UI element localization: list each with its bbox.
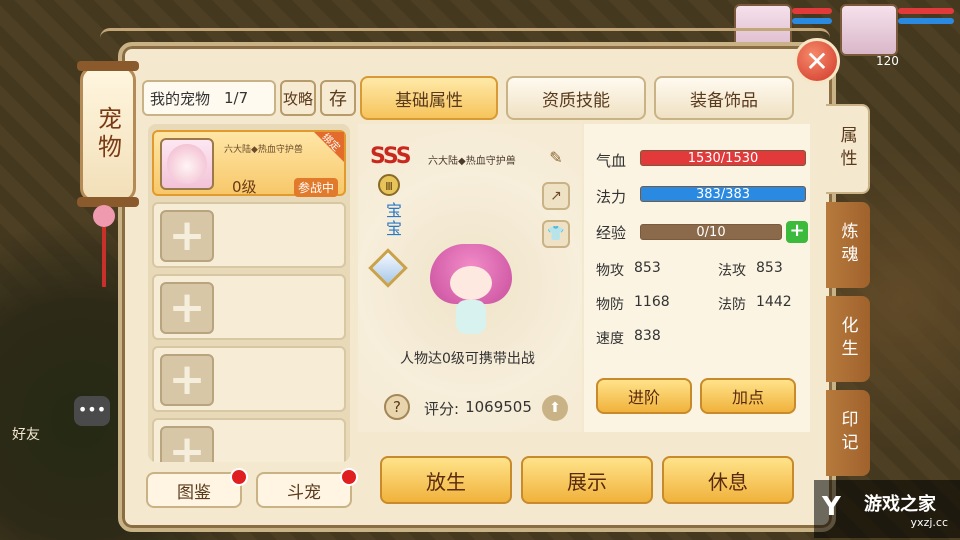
watermark-name: 游戏之家 [864,493,936,515]
tassel-ornament [92,205,116,295]
pet-slot-1[interactable]: 六大陆◆热血守护兽 0级 参战中 绑定 [152,130,346,197]
side-tab-imprint[interactable]: 印记 [826,390,870,476]
pet-slot-level: 0级 [232,178,257,196]
empty-pet-slot[interactable]: + [152,202,346,268]
release-button[interactable]: 放生 [380,456,512,504]
empty-pet-slot[interactable]: + [152,346,346,412]
stat-label: 物攻 [596,263,624,279]
stat-label: 法防 [718,297,746,313]
side-tab-attributes[interactable]: 属性 [826,104,870,194]
pet-face-icon [167,144,207,184]
plus-icon: + [168,426,206,463]
generation-badge-icon: Ⅲ [378,174,400,196]
stat-label: 物防 [596,297,624,313]
exp-bar: 0/10 [640,224,782,240]
empty-thumbnail: + [160,426,214,462]
stat-value: 853 [634,260,661,276]
side-tab-rebirth[interactable]: 化生 [826,296,870,382]
empty-thumbnail: + [160,354,214,406]
hp-bar: 1530/1530 [640,150,806,166]
my-pet-field: 我的宠物 1/7 [142,80,276,116]
pet-battle-button[interactable]: 斗宠 [256,472,352,508]
party-avatar-2[interactable] [840,4,898,56]
outfit-icon[interactable]: 👕 [542,220,570,248]
score-label: 评分: [424,400,460,418]
party-level-text: 120 [876,54,899,68]
tab-aptitude-skills[interactable]: 资质技能 [506,76,646,120]
help-icon[interactable]: ? [384,394,410,420]
phys-def-stat: 物防 1168 [596,294,670,314]
my-pet-label: 我的宠物 [150,89,211,108]
title-scroll: 宠物 [77,61,139,207]
plus-icon: + [168,354,206,405]
hp-label: 气血 [596,152,627,170]
empty-thumbnail: + [160,210,214,262]
share-icon[interactable]: ↗ [542,182,570,210]
in-battle-badge: 参战中 [294,178,339,197]
score-value: 1069505 [465,398,532,416]
advance-button[interactable]: 进阶 [596,378,692,414]
logo-mark-icon: Y [822,492,841,522]
chat-bubble-icon[interactable]: ••• [74,396,110,426]
show-button[interactable]: 展示 [521,456,653,504]
tassel-rope [102,227,106,287]
party-hp-bar-2 [898,8,954,14]
pet-model [426,244,516,340]
pet-title: 六大陆◆热血守护兽 [428,156,516,167]
plus-icon: + [168,282,206,333]
notification-dot [230,468,248,486]
empty-pet-slot[interactable]: + [152,418,346,462]
pet-thumbnail [160,138,214,190]
pet-body [456,300,486,334]
empty-pet-slot[interactable]: + [152,274,346,340]
friends-label[interactable]: 好友 [12,424,40,444]
mag-atk-stat: 法攻 853 [718,260,783,280]
close-icon[interactable]: ✕ [794,38,840,84]
pet-count: 1/7 [224,89,249,107]
pet-slot-name: 六大陆◆热血守护兽 [224,145,303,155]
tab-equipment[interactable]: 装备饰品 [654,76,794,120]
scroll-top-cap [77,61,139,71]
mp-bar: 383/383 [640,186,806,202]
stat-value: 853 [756,260,783,276]
tassel-knot [93,205,115,227]
mp-label: 法力 [596,188,627,206]
party-mp-bar-1 [792,18,832,24]
store-button[interactable]: 存 [320,80,356,116]
party-mp-bar-2 [898,18,954,24]
add-exp-button[interactable]: + [786,221,808,243]
score-display: 评分: 1069505 [424,398,532,419]
mag-def-stat: 法防 1442 [718,294,792,314]
party-hp-bar-1 [792,8,832,14]
grade-badge: SSS [370,144,412,169]
upgrade-arrow-icon[interactable]: ⬆ [542,395,568,421]
phys-atk-stat: 物攻 853 [596,260,661,280]
side-tab-refine-soul[interactable]: 炼魂 [826,202,870,288]
stat-value: 1442 [756,294,792,310]
pet-face [450,266,492,300]
speed-stat: 速度 838 [596,328,661,348]
site-watermark-logo: Y 游戏之家 yxzj.cc [814,480,960,538]
stat-label: 法攻 [718,263,746,279]
carry-requirement-text: 人物达0级可携带出战 [400,351,535,367]
stat-label: 速度 [596,331,624,347]
rest-button[interactable]: 休息 [662,456,794,504]
watermark-url: yxzj.cc [910,515,948,529]
plus-icon: + [168,210,206,261]
pet-encyclopedia-button[interactable]: 图鉴 [146,472,242,508]
empty-thumbnail: + [160,282,214,334]
pet-list[interactable]: 六大陆◆热血守护兽 0级 参战中 绑定 + + + + [148,124,350,462]
add-points-button[interactable]: 加点 [700,378,796,414]
panel-title: 宠物 [93,106,122,162]
stat-value: 838 [634,328,661,344]
notification-dot [340,468,358,486]
tab-basic-attributes[interactable]: 基础属性 [360,76,498,120]
stat-value: 1168 [634,294,670,310]
exp-label: 经验 [596,224,627,242]
pet-type-label: 宝宝 [383,202,402,238]
strategy-button[interactable]: 攻略 [280,80,316,116]
edit-name-icon[interactable]: ✎ [546,148,566,168]
